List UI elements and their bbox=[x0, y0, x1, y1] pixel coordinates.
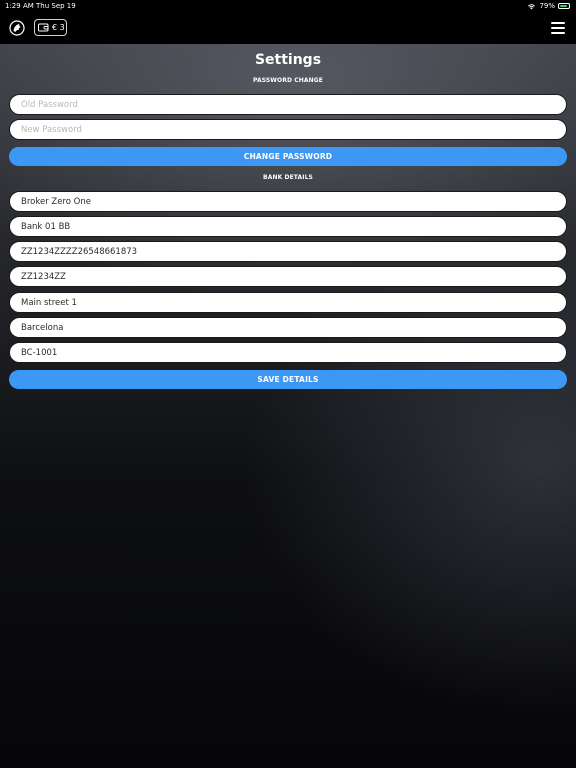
save-details-button[interactable]: SAVE DETAILS bbox=[9, 370, 567, 389]
page-title: Settings bbox=[254, 52, 322, 68]
menu-line bbox=[551, 32, 565, 34]
lion-logo-icon[interactable] bbox=[9, 20, 25, 36]
status-right-group: 79% bbox=[527, 2, 570, 10]
battery-icon bbox=[558, 3, 570, 9]
wallet-balance-button[interactable]: € 3 bbox=[34, 19, 67, 36]
battery-percent: 79% bbox=[539, 2, 555, 10]
wallet-balance: € 3 bbox=[52, 23, 65, 32]
bic-field[interactable] bbox=[9, 266, 567, 287]
street-address-field[interactable] bbox=[9, 292, 567, 313]
status-time: 1:29 AM bbox=[5, 2, 34, 10]
iban-field[interactable] bbox=[9, 241, 567, 262]
top-navbar: € 3 bbox=[0, 12, 576, 44]
bank-name-field[interactable] bbox=[9, 216, 567, 237]
menu-line bbox=[551, 27, 565, 29]
password-section-label: PASSWORD CHANGE bbox=[253, 77, 323, 84]
old-password-field[interactable] bbox=[9, 94, 567, 115]
status-date: Thu Sep 19 bbox=[36, 2, 76, 10]
account-holder-field[interactable] bbox=[9, 191, 567, 212]
city-field[interactable] bbox=[9, 317, 567, 338]
status-bar: 1:29 AM Thu Sep 19 79% bbox=[0, 0, 576, 12]
new-password-field[interactable] bbox=[9, 119, 567, 140]
wifi-icon bbox=[528, 3, 536, 9]
wallet-icon bbox=[38, 23, 49, 32]
change-password-button[interactable]: CHANGE PASSWORD bbox=[9, 147, 567, 166]
menu-line bbox=[551, 22, 565, 24]
bank-section-label: BANK DETAILS bbox=[263, 174, 313, 181]
battery-level bbox=[560, 5, 567, 7]
hamburger-menu-icon[interactable] bbox=[551, 22, 566, 34]
postal-code-field[interactable] bbox=[9, 342, 567, 363]
